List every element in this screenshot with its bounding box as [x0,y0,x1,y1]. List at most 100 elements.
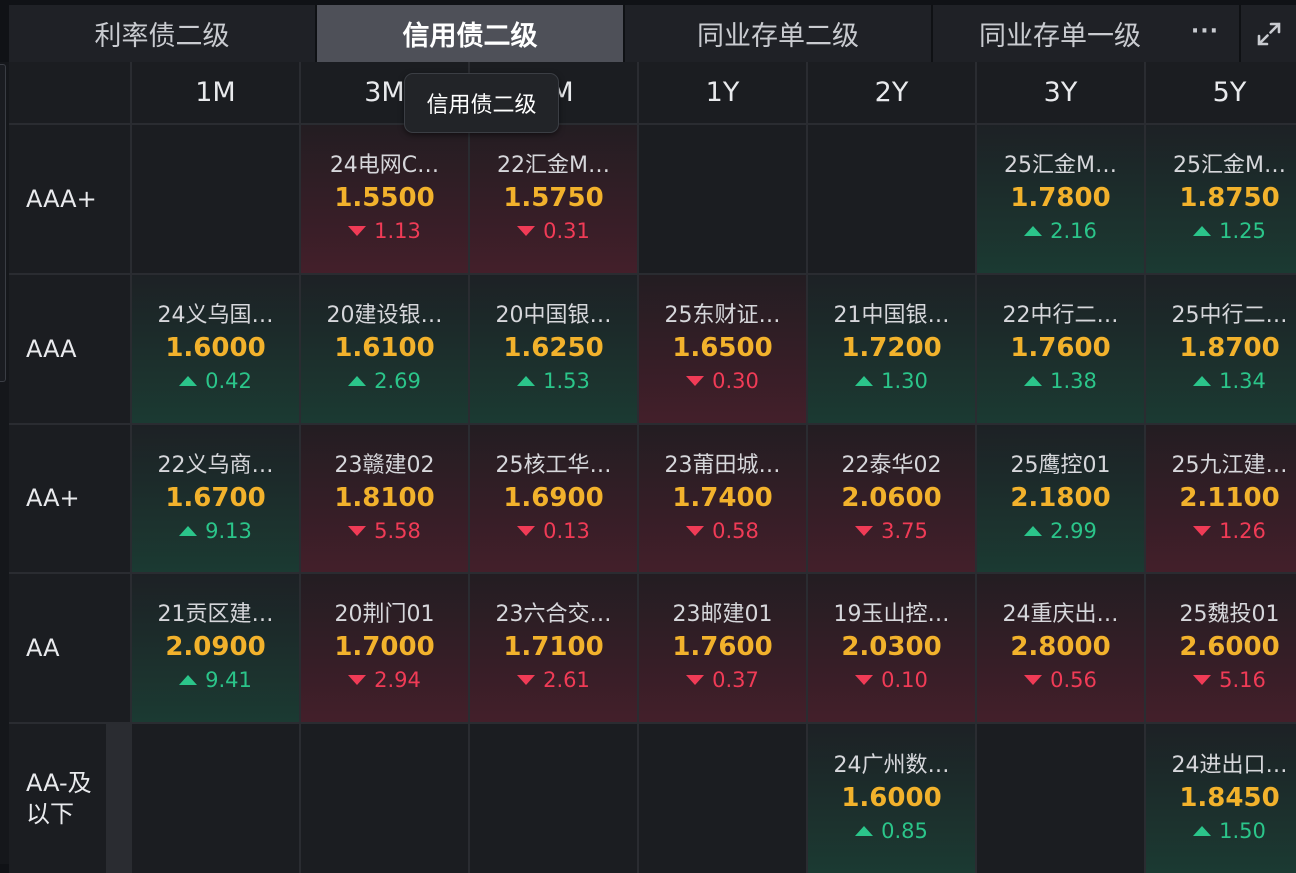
yield-value: 1.7200 [841,333,942,363]
more-tabs-icon[interactable]: ··· [1191,19,1219,44]
arrow-up-icon [1024,376,1043,386]
grid-cell[interactable]: 20荆门01 1.7000 2.94 [301,574,468,722]
change-text: 1.30 [881,369,928,393]
yield-value: 1.7000 [334,632,435,662]
change-text: 2.16 [1050,219,1097,243]
column-header[interactable]: 5Y [1146,62,1296,123]
grid-cell[interactable]: 22汇金M… 1.5750 0.31 [470,125,637,273]
bond-name: 25中行二… [1171,303,1288,328]
expand-button[interactable] [1241,5,1296,62]
change-text: 1.34 [1219,369,1266,393]
yield-value: 1.5750 [503,183,604,213]
grid-cell[interactable]: 23邮建01 1.7600 0.37 [639,574,806,722]
grid-cell[interactable]: 25核工华… 1.6900 0.13 [470,425,637,572]
yield-value: 1.6250 [503,333,604,363]
grid-cell[interactable]: 24广州数… 1.6000 0.85 [808,724,975,873]
grid-cell[interactable]: 25鹰控01 2.1800 2.99 [977,425,1144,572]
column-header[interactable]: 3Y [977,62,1144,123]
grid-cell[interactable]: 23六合交… 1.7100 2.61 [470,574,637,722]
bond-name: 22义乌商… [157,452,274,478]
grid-cell[interactable]: 20建设银… 1.6100 2.69 [301,275,468,423]
tab-rate-bond-secondary[interactable]: 利率债二级 [9,5,317,62]
yield-value: 1.6100 [334,333,435,363]
arrow-up-icon [179,525,198,536]
tab-ncd-secondary[interactable]: 同业存单二级 [625,5,933,62]
column-header[interactable]: 1Y [639,62,806,123]
change-text: 9.13 [205,518,252,543]
row-label: AA+ [9,425,130,572]
change-text: 3.75 [881,518,928,543]
grid-cell[interactable]: 23赣建02 1.8100 5.58 [301,425,468,572]
yield-value: 1.8450 [1179,782,1280,813]
column-header[interactable]: 1M [132,62,299,123]
grid-cell[interactable]: 25中行二… 1.8700 1.34 [1146,275,1296,423]
grid-cell-empty [132,724,299,873]
rating-tenor-grid: 1M3M6M1Y2Y3Y5YAAA+24电网C…1.55001.1322汇金M…… [9,62,1296,873]
bond-name: 23莆田城… [664,452,781,478]
grid-cell[interactable]: 25东财证… 1.6500 0.30 [639,275,806,423]
yield-value: 1.6000 [841,782,942,813]
change-value: 0.58 [686,515,759,547]
arrow-up-icon [348,376,367,386]
change-value: 0.31 [517,215,590,247]
grid-cell[interactable]: 24电网C… 1.5500 1.13 [301,125,468,273]
yield-value: 2.0900 [165,632,266,662]
bond-name: 19玉山控… [833,602,950,627]
grid-cell[interactable]: 21贡区建… 2.0900 9.41 [132,574,299,722]
arrow-up-icon [517,376,536,386]
change-value: 1.38 [1024,365,1097,397]
arrow-down-icon [348,226,367,236]
grid-cell[interactable]: 25魏投01 2.6000 5.16 [1146,574,1296,722]
left-scroll-handle[interactable] [0,64,6,382]
change-value: 2.94 [348,664,421,696]
change-value: 0.13 [517,515,590,547]
bond-name: 24电网C… [329,153,440,178]
yield-value: 1.7600 [672,632,773,662]
change-value: 9.13 [179,515,252,547]
grid-cell[interactable]: 23莆田城… 1.7400 0.58 [639,425,806,572]
grid-cell-empty [808,125,975,273]
arrow-down-icon [686,525,705,536]
column-header[interactable]: 2Y [808,62,975,123]
arrow-up-icon [179,675,198,685]
bond-name: 25九江建… [1171,452,1288,478]
arrow-down-icon [686,376,705,386]
yield-value: 1.7400 [672,482,773,513]
yield-value: 2.1800 [1010,482,1111,513]
grid-cell-empty [470,724,637,873]
grid-cell[interactable]: 22义乌商… 1.6700 9.13 [132,425,299,572]
change-value: 5.16 [1193,664,1266,696]
yield-value: 1.6900 [503,482,604,513]
grid-cell[interactable]: 22中行二… 1.7600 1.38 [977,275,1144,423]
grid-cell[interactable]: 22泰华02 2.0600 3.75 [808,425,975,572]
yield-value: 2.0600 [841,482,942,513]
yield-value: 2.0300 [841,632,942,662]
arrow-down-icon [855,525,874,536]
change-text: 0.10 [881,668,928,692]
arrow-up-icon [1024,226,1043,236]
grid-cell[interactable]: 21中国银… 1.7200 1.30 [808,275,975,423]
grid-cell[interactable]: 25九江建… 2.1100 1.26 [1146,425,1296,572]
grid-cell[interactable]: 25汇金M… 1.7800 2.16 [977,125,1144,273]
change-value: 0.10 [855,664,928,696]
change-value: 0.37 [686,664,759,696]
grid-cell[interactable]: 24重庆出… 2.8000 0.56 [977,574,1144,722]
arrow-up-icon [1193,825,1212,836]
bond-name: 24进出口… [1171,752,1288,778]
grid-cell[interactable]: 20中国银… 1.6250 1.53 [470,275,637,423]
arrow-up-icon [855,825,874,836]
yield-value: 1.6000 [165,333,266,363]
arrow-down-icon [686,675,705,685]
bond-name: 25汇金M… [1004,153,1117,178]
grid-cell[interactable]: 24进出口… 1.8450 1.50 [1146,724,1296,873]
tab-ncd-primary[interactable]: 同业存单一级 ··· [933,5,1241,62]
change-value: 0.42 [179,365,252,397]
tab-credit-bond-secondary[interactable]: 信用债二级 [317,5,625,62]
grid-cell[interactable]: 25汇金M… 1.8750 1.25 [1146,125,1296,273]
grid-cell[interactable]: 19玉山控… 2.0300 0.10 [808,574,975,722]
yield-value: 1.7600 [1010,333,1111,363]
grid-cell[interactable]: 24义乌国… 1.6000 0.42 [132,275,299,423]
bond-name: 23赣建02 [334,452,435,478]
yield-value: 1.6500 [672,333,773,363]
tab-tooltip: 信用债二级 [404,73,559,133]
